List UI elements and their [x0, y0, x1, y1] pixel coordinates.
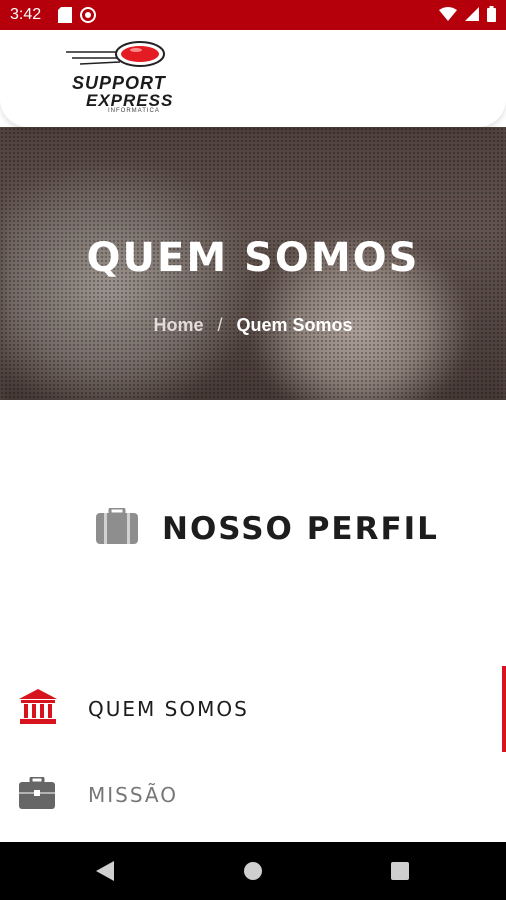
home-icon[interactable] [244, 862, 262, 885]
tab-quem-somos[interactable]: QUEM SOMOS [0, 669, 506, 749]
tab-missao[interactable]: MISSÃO [0, 755, 506, 835]
hero-banner: QUEM SOMOS Home / Quem Somos [0, 127, 506, 400]
recents-icon[interactable] [391, 862, 409, 885]
tab-label: MISSÃO [88, 783, 178, 807]
sync-icon [80, 7, 96, 28]
bank-icon [19, 688, 57, 730]
logo-text-informatica: INFORMATICA [108, 108, 160, 114]
breadcrumb-separator: / [217, 315, 223, 335]
app-header: SUPPORT EXPRESS INFORMATICA [0, 30, 506, 127]
back-icon[interactable] [96, 861, 114, 886]
status-time: 3:42 [10, 6, 42, 23]
active-tab-indicator [502, 666, 506, 752]
page-title: QUEM SOMOS [86, 235, 420, 281]
breadcrumb-home-link[interactable]: Home [153, 315, 203, 335]
section-heading: NOSSO PERFIL [96, 506, 439, 549]
briefcase-icon [19, 775, 55, 814]
signal-icon [465, 7, 479, 26]
sd-card-icon [58, 7, 72, 28]
section-title: NOSSO PERFIL [162, 510, 439, 547]
breadcrumb: Home / Quem Somos [0, 315, 506, 336]
briefcase-icon [96, 506, 138, 549]
navigation-bar [0, 842, 506, 900]
wifi-icon [439, 7, 457, 26]
status-bar: 3:42 [0, 0, 506, 30]
tab-label: QUEM SOMOS [88, 697, 249, 721]
logo[interactable]: SUPPORT EXPRESS INFORMATICA [0, 30, 200, 127]
battery-icon [487, 6, 496, 27]
breadcrumb-current: Quem Somos [236, 315, 353, 335]
